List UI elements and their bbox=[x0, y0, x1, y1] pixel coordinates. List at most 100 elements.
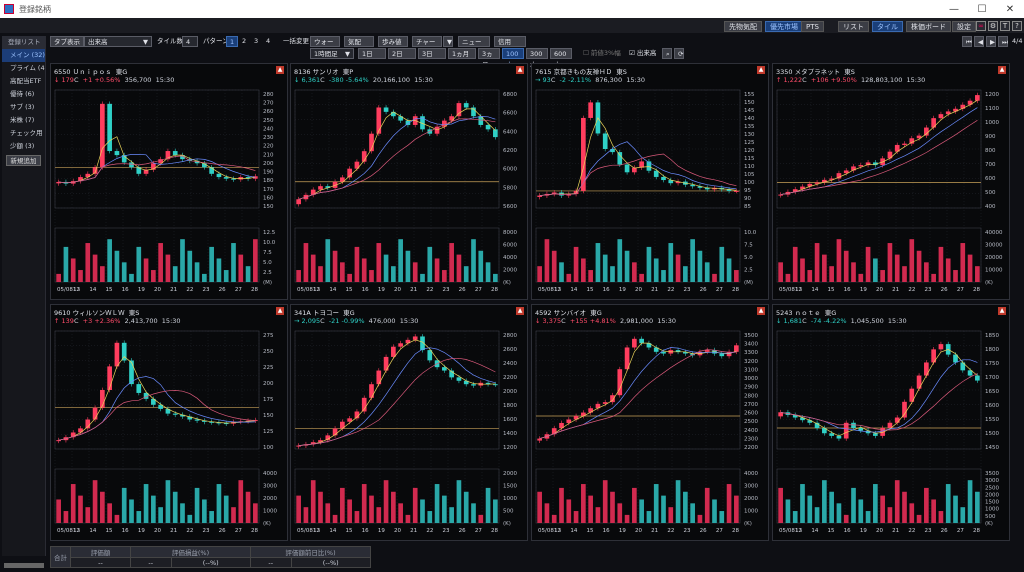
stock-code: 5243 bbox=[776, 309, 793, 317]
chart-tile[interactable]: 6550 Ｕｎｉｐｏｓ 東G ↓ 179C +1 +0.56% 356,700 … bbox=[50, 63, 288, 300]
sidebar-item-small[interactable]: 少額 (3) bbox=[2, 140, 45, 153]
volume-bar bbox=[690, 239, 695, 282]
sidebar-item-main[interactable]: メイン (32) bbox=[2, 49, 45, 62]
sidebar-item-us-stocks[interactable]: 米株 (7) bbox=[2, 114, 45, 127]
close-tile-icon[interactable]: ▲ bbox=[998, 307, 1006, 315]
close-icon[interactable]: ✕ bbox=[996, 0, 1024, 18]
tab-display-button[interactable]: タブ表示 bbox=[50, 36, 84, 47]
chart-tile[interactable]: 7615 京都きもの友禅ＨＤ 東S → 93C -2 -2.11% 876,30… bbox=[531, 63, 769, 300]
range-600-button[interactable]: 600本 bbox=[550, 48, 572, 69]
tab-display-select[interactable]: 出来高 ▼ bbox=[84, 36, 152, 47]
date-tick-label: 16 bbox=[603, 528, 610, 534]
sidebar-scrollbar[interactable] bbox=[4, 563, 44, 568]
sidebar-item-check[interactable]: チェック用 ( bbox=[2, 127, 45, 140]
range-3d-button[interactable]: 3日 bbox=[418, 48, 446, 59]
next-page-icon[interactable]: ▶ bbox=[986, 36, 996, 47]
volume-bar bbox=[661, 270, 666, 282]
sidebar-item-sub[interactable]: サブ (3) bbox=[2, 101, 45, 114]
priority-market-button[interactable]: 優先市場 bbox=[765, 21, 803, 32]
close-tile-icon[interactable]: ▲ bbox=[276, 66, 284, 74]
tile-view-button[interactable]: タイル bbox=[872, 21, 903, 32]
price-tick-label: 100 bbox=[263, 445, 274, 451]
zoom-icon[interactable]: ⌕ bbox=[662, 48, 672, 59]
close-tile-icon[interactable]: ▲ bbox=[757, 307, 765, 315]
first-page-icon[interactable]: ⏮ bbox=[962, 36, 972, 47]
range-2d-button[interactable]: 2日 bbox=[388, 48, 416, 59]
volume-bar bbox=[493, 499, 498, 523]
interval-select[interactable]: 1時間足 ▼ bbox=[310, 48, 354, 59]
volume-value: 20,166,100 bbox=[372, 76, 411, 84]
pattern-3-button[interactable]: 3 bbox=[251, 36, 261, 47]
margin-button[interactable]: 信用 bbox=[494, 36, 526, 47]
chart-tile[interactable]: 4592 サンバイオ 東G ↓ 3,375C +155 +4.81% 2,981… bbox=[531, 304, 769, 541]
price-tick-label: 6600 bbox=[503, 111, 517, 117]
candle-body bbox=[107, 366, 112, 390]
prev-page-icon[interactable]: ◀ bbox=[974, 36, 984, 47]
close-tile-icon[interactable]: ▲ bbox=[757, 66, 765, 74]
volume-bar bbox=[471, 239, 476, 282]
tile-count-stepper[interactable]: 4 bbox=[182, 36, 198, 47]
sidebar-item-benefits[interactable]: 優待 (6) bbox=[2, 88, 45, 101]
last-page-icon[interactable]: ⏭ bbox=[998, 36, 1008, 47]
chart-dropdown-icon[interactable]: ▼ bbox=[443, 36, 453, 47]
price-tick-label: 1500 bbox=[985, 431, 999, 437]
interval-value: 1時間足 bbox=[314, 50, 338, 58]
futures-quote-button[interactable]: 先物気配 bbox=[724, 21, 762, 32]
market-label: 東S bbox=[128, 309, 140, 317]
close-mark: C bbox=[802, 76, 807, 84]
stock-board-button[interactable]: 株価ボード bbox=[906, 21, 951, 32]
range-100-button[interactable]: 100本 bbox=[502, 48, 524, 69]
add-list-button[interactable]: 新規追加 bbox=[6, 155, 41, 166]
price-tick-label: 1600 bbox=[985, 403, 999, 409]
link-icon[interactable]: ∞ bbox=[976, 21, 986, 31]
pattern-4-button[interactable]: 4 bbox=[263, 36, 273, 47]
list-view-button[interactable]: リスト bbox=[838, 21, 869, 32]
range-1d-button[interactable]: 1日 bbox=[358, 48, 386, 59]
close-tile-icon[interactable]: ▲ bbox=[516, 66, 524, 74]
pattern-1-button[interactable]: 1 bbox=[226, 36, 239, 47]
help-icon[interactable]: ? bbox=[1012, 21, 1022, 31]
range-1m-button[interactable]: 1ヵ月 bbox=[448, 48, 476, 59]
date-tick-label: 15 bbox=[106, 287, 113, 293]
text-size-icon[interactable]: T bbox=[1000, 21, 1010, 31]
date-tick-label: 19 bbox=[619, 528, 626, 534]
close-tile-icon[interactable]: ▲ bbox=[516, 307, 524, 315]
chart-tile[interactable]: 3350 メタプラネット 東S ↑ 1,222C +106 +9.50% 128… bbox=[772, 63, 1010, 300]
volume-bar bbox=[814, 243, 820, 282]
chart-button[interactable]: チャート bbox=[412, 36, 442, 57]
maximize-icon[interactable]: ☐ bbox=[968, 0, 996, 18]
sidebar-item-prime[interactable]: プライム (4) bbox=[2, 62, 45, 75]
candle-body bbox=[216, 173, 222, 178]
chart-tile[interactable]: 341A トヨコー 東G → 2,095C -21 -0.99% 476,000… bbox=[290, 304, 528, 541]
close-tile-icon[interactable]: ▲ bbox=[998, 66, 1006, 74]
chart-tile[interactable]: 5243 ｎｏｔｅ 東G ↓ 1,681C -74 -4.22% 1,045,5… bbox=[772, 304, 1010, 541]
volume-bar bbox=[894, 480, 900, 523]
order-button[interactable]: ウォート bbox=[310, 36, 340, 57]
range-3m-button[interactable]: 3ヵ月 bbox=[478, 48, 500, 69]
price-tick-label: 1100 bbox=[985, 106, 999, 112]
news-button[interactable]: ニュース bbox=[458, 36, 490, 57]
price-change-pct: +2.36% bbox=[94, 317, 121, 325]
close-tile-icon[interactable]: ▲ bbox=[276, 307, 284, 315]
minimize-icon[interactable]: — bbox=[940, 0, 968, 18]
pattern-2-button[interactable]: 2 bbox=[239, 36, 249, 47]
quote-button[interactable]: 気配 bbox=[344, 36, 374, 47]
refresh-icon[interactable]: ⟳ bbox=[674, 48, 684, 59]
price-tick-label: 1400 bbox=[503, 431, 517, 437]
volume-bar bbox=[967, 254, 973, 282]
chart-tile[interactable]: 9610 ウィルソンＷＬＷ 東S ↑ 139C +3 +2.36% 2,413,… bbox=[50, 304, 288, 541]
date-tick-label: 16 bbox=[844, 528, 851, 534]
sidebar-item-high-dividend[interactable]: 高配当ETF bbox=[2, 75, 45, 88]
settings-button[interactable]: 設定 bbox=[952, 21, 976, 32]
date-tick-label: 22 bbox=[426, 287, 433, 293]
price-tick-label: 900 bbox=[985, 134, 996, 140]
gear-icon[interactable]: ⚙ bbox=[988, 21, 998, 31]
tile-title: 9610 ウィルソンＷＬＷ 東S bbox=[54, 307, 139, 317]
pts-button[interactable]: PTS bbox=[801, 21, 824, 32]
range-300-button[interactable]: 300本 bbox=[526, 48, 548, 69]
chart-tile[interactable]: 8136 サンリオ 東P ↓ 6,361C -380 -5.64% 20,166… bbox=[290, 63, 528, 300]
volume-bar bbox=[726, 484, 732, 523]
prev-close-range-checkbox[interactable]: ☐ 前値3%幅 bbox=[580, 48, 624, 59]
tick-button[interactable]: 歩み値 bbox=[378, 36, 408, 47]
volume-checkbox[interactable]: ☑ 出来高 bbox=[626, 48, 659, 59]
